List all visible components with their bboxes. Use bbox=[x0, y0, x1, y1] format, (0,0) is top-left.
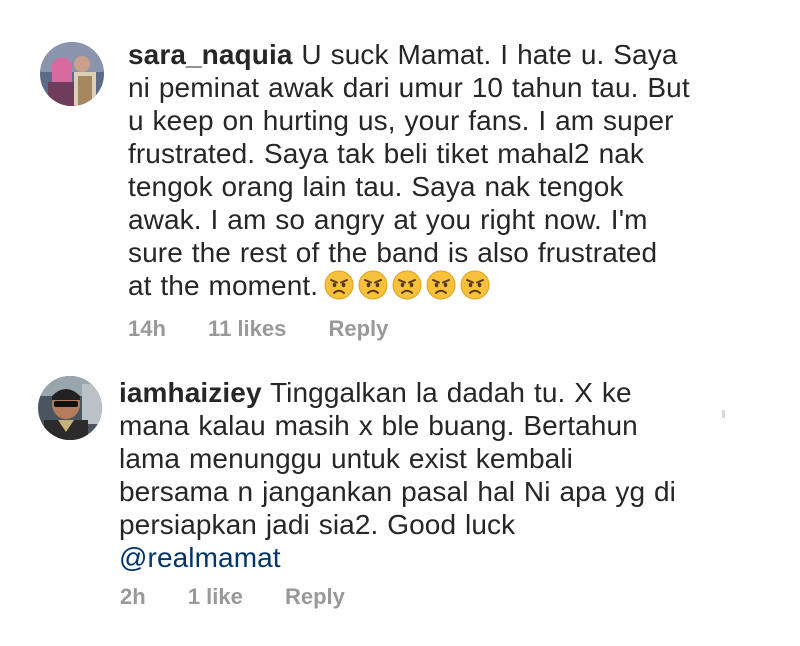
comment-line-text: at the moment. bbox=[128, 270, 319, 301]
comment-line: iamhaiziey Tinggalkan la dadah tu. X ke bbox=[119, 376, 719, 409]
comment-line-text: U suck Mamat. I hate u. Saya bbox=[301, 39, 678, 70]
comment-line: bersama n jangankan pasal hal Ni apa yg … bbox=[119, 476, 676, 507]
comment-line: sara_naquia U suck Mamat. I hate u. Saya bbox=[128, 38, 728, 71]
likes-count[interactable]: 11 likes bbox=[208, 316, 286, 342]
comment-line: awak. I am so angry at you right now. I'… bbox=[128, 204, 648, 235]
comment-line: frustrated. Saya tak beli tiket mahal2 n… bbox=[128, 138, 645, 169]
username[interactable]: sara_naquia bbox=[128, 39, 293, 70]
comment-line: lama menunggu untuk exist kembali bbox=[119, 443, 573, 474]
mention-link[interactable]: @realmamat bbox=[119, 542, 281, 573]
angry-face-icon bbox=[324, 270, 354, 300]
avatar[interactable] bbox=[40, 42, 104, 106]
comment-line: u keep on hurting us, your fans. I am su… bbox=[128, 105, 674, 136]
scroll-indicator bbox=[722, 410, 725, 418]
timestamp: 14h bbox=[128, 316, 166, 341]
comment-meta: 14h 11 likes Reply bbox=[128, 316, 388, 342]
comment-text: sara_naquia U suck Mamat. I hate u. Saya… bbox=[128, 38, 728, 307]
comment-line: sure the rest of the band is also frustr… bbox=[128, 237, 658, 268]
angry-face-icon bbox=[426, 270, 456, 300]
angry-face-icon bbox=[392, 270, 422, 300]
comment-line: persiapkan jadi sia2. Good luck bbox=[119, 509, 516, 540]
avatar[interactable] bbox=[38, 376, 102, 440]
comment-line-text: Tinggalkan la dadah tu. X ke bbox=[270, 377, 632, 408]
angry-face-icon bbox=[460, 270, 490, 300]
comment-line: mana kalau masih x ble buang. Bertahun bbox=[119, 410, 638, 441]
reply-button[interactable]: Reply bbox=[285, 584, 345, 610]
reply-button[interactable]: Reply bbox=[328, 316, 388, 342]
comment-text: iamhaiziey Tinggalkan la dadah tu. X ke … bbox=[119, 376, 719, 574]
username[interactable]: iamhaiziey bbox=[119, 377, 262, 408]
comment-meta: 2h 1 like Reply bbox=[120, 584, 345, 610]
comment-line: tengok orang lain tau. Saya nak tengok bbox=[128, 171, 624, 202]
timestamp: 2h bbox=[120, 584, 146, 609]
avatar-photo bbox=[38, 376, 102, 440]
comment-line: @realmamat bbox=[119, 541, 719, 574]
comment-line: at the moment. bbox=[128, 269, 728, 307]
emoji-group bbox=[324, 270, 494, 307]
likes-count[interactable]: 1 like bbox=[188, 584, 243, 610]
angry-face-icon bbox=[358, 270, 388, 300]
avatar-photo bbox=[40, 42, 104, 106]
comment-line: ni peminat awak dari umur 10 tahun tau. … bbox=[128, 72, 690, 103]
